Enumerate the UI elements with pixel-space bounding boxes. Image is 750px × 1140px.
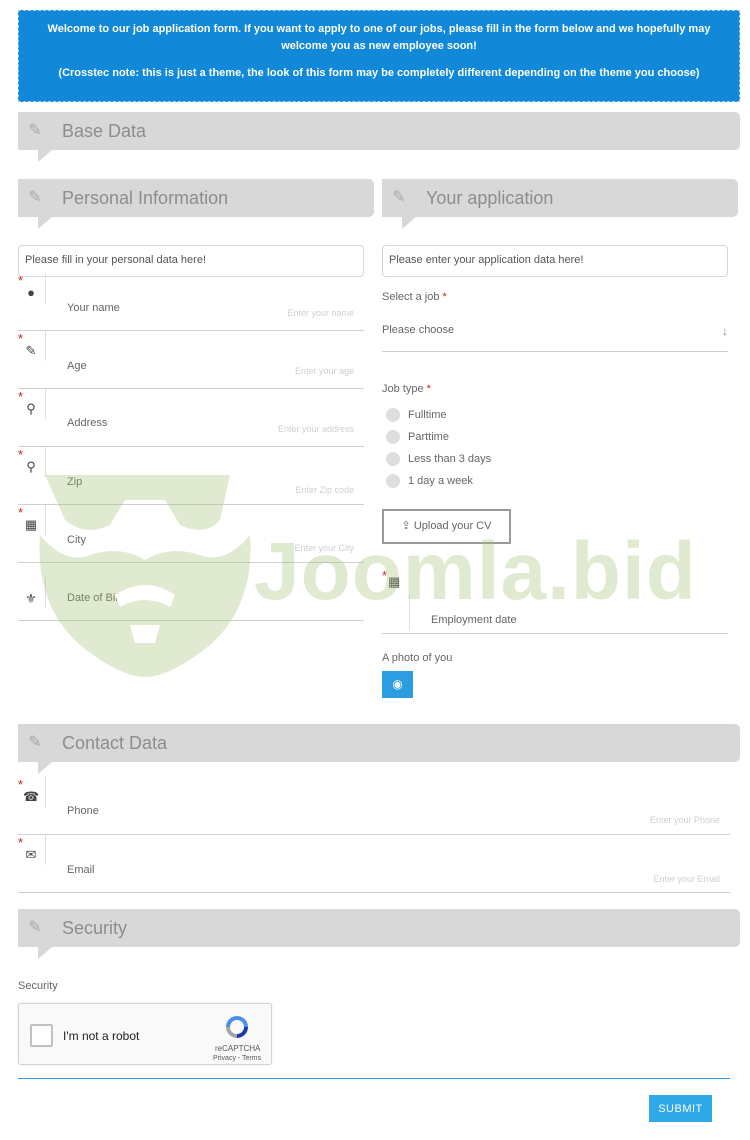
field-label: Address: [67, 417, 108, 429]
pencil-icon: ✎: [28, 122, 42, 139]
radio-circle[interactable]: [386, 408, 400, 422]
field-label: Your name: [67, 302, 120, 314]
field-label: Phone: [67, 805, 99, 817]
field-separator: [45, 577, 46, 607]
field-label: Employment date: [431, 614, 517, 626]
radio-label: Fulltime: [408, 409, 447, 421]
section-title: Your application: [426, 188, 554, 208]
recaptcha-brand: reCAPTCHA: [215, 1044, 261, 1053]
section-title: Security: [62, 918, 128, 938]
building-icon: ▦: [24, 517, 38, 532]
section-title: Contact Data: [62, 733, 168, 753]
select-job-label-text: Select a job: [382, 291, 440, 303]
chevron-down-icon: ↓: [722, 324, 728, 338]
section-header-contact-data: ✎ Contact Data: [18, 724, 740, 774]
field-separator: [45, 447, 46, 477]
required-marker: *: [426, 383, 431, 395]
intro-text: Welcome to our job application form. If …: [47, 23, 711, 52]
field-placeholder: Enter your age: [294, 366, 354, 376]
pencil-icon: ✎: [392, 189, 406, 206]
radio-circle[interactable]: [386, 474, 400, 488]
field-separator: [45, 273, 46, 303]
pencil-icon: ✎: [25, 343, 37, 358]
field-placeholder: Enter Zip code: [295, 485, 354, 495]
photo-label: A photo of you: [382, 652, 453, 664]
radio-label: Less than 3 days: [408, 453, 492, 465]
pencil-icon: ✎: [28, 919, 42, 936]
map-marker-icon: ⚲: [26, 401, 36, 416]
recaptcha-logo-icon: [226, 1016, 248, 1038]
submit-button[interactable]: SUBMIT: [649, 1095, 712, 1122]
application-data-note: Please enter your application data here!: [382, 245, 728, 277]
recaptcha-terms-link[interactable]: Privacy - Terms: [213, 1055, 261, 1062]
upload-cv-label: Upload your CV: [413, 520, 492, 532]
age-field[interactable]: * ✎ Age Enter your age: [18, 331, 364, 389]
intro-banner: Welcome to our job application form. If …: [18, 10, 740, 102]
field-placeholder: Enter your City: [294, 543, 354, 553]
field-separator: [45, 389, 46, 419]
section-title: Personal Information: [62, 188, 229, 208]
city-field[interactable]: * ▦ City Enter your City: [18, 505, 364, 563]
upload-circle-icon: ◉: [392, 677, 403, 691]
name-field[interactable]: * ● Your name Enter your name: [18, 273, 364, 331]
field-separator: [45, 777, 46, 807]
section-header-security: ✎ Security: [18, 909, 740, 959]
field-placeholder: Enter your name: [287, 308, 354, 318]
radio-circle[interactable]: [386, 452, 400, 466]
required-marker: *: [382, 568, 388, 583]
field-separator: [45, 505, 46, 535]
select-job-label: Select a job *: [382, 291, 447, 303]
field-label: Zip: [67, 476, 83, 488]
radio-label: 1 day a week: [408, 475, 473, 487]
section-header-base-data: ✎ Base Data: [18, 112, 740, 162]
section-title: Base Data: [62, 121, 147, 141]
field-label: Email: [67, 864, 95, 876]
section-header-your-application: ✎ Your application: [382, 179, 738, 229]
photo-upload-button[interactable]: ◉: [382, 671, 413, 698]
employment-date-field[interactable]: * ▦ Employment date: [382, 568, 728, 634]
upload-cv-button[interactable]: ⇪ Upload your CV: [382, 509, 511, 544]
birthday-cake-icon: ⚜: [25, 591, 37, 606]
phone-field[interactable]: * ☎ Phone Enter your Phone: [18, 777, 730, 835]
field-label: City: [67, 534, 86, 546]
required-marker: *: [442, 291, 447, 303]
field-separator: [45, 835, 46, 865]
recaptcha-widget: I'm not a robot reCAPTCHA Privacy - Term…: [18, 1003, 272, 1065]
job-select-value: Please choose: [382, 324, 455, 336]
map-marker-icon: ⚲: [26, 459, 36, 474]
radio-circle[interactable]: [386, 430, 400, 444]
field-separator: [45, 331, 46, 361]
field-placeholder: Enter your Email: [653, 874, 720, 884]
recaptcha-text: I'm not a robot: [63, 1029, 140, 1043]
envelope-icon: ✉: [25, 847, 37, 862]
job-select[interactable]: Please choose ↓: [382, 318, 728, 352]
security-label: Security: [18, 980, 58, 992]
radio-label: Parttime: [408, 431, 449, 443]
intro-note: (Crosstec note: this is just a theme, th…: [58, 67, 700, 79]
user-icon: ●: [27, 285, 35, 300]
address-field[interactable]: * ⚲ Address Enter your address: [18, 389, 364, 447]
field-label: Date of Birth: [67, 592, 129, 604]
upload-icon: ⇪: [401, 520, 411, 532]
job-type-label-text: Job type: [382, 383, 424, 395]
zip-field[interactable]: * ⚲ Zip Enter Zip code: [18, 447, 364, 505]
field-placeholder: Enter your Phone: [649, 815, 720, 825]
calendar-icon: ▦: [388, 574, 401, 589]
pencil-icon: ✎: [28, 734, 42, 751]
date-of-birth-field[interactable]: ⚜ Date of Birth: [18, 563, 364, 621]
field-label: Age: [67, 360, 87, 372]
recaptcha-checkbox[interactable]: [30, 1024, 53, 1047]
job-type-label: Job type *: [382, 383, 431, 395]
email-field[interactable]: * ✉ Email Enter your Email: [18, 835, 730, 893]
field-placeholder: Enter your address: [277, 424, 354, 434]
pencil-icon: ✎: [28, 189, 42, 206]
section-header-personal-information: ✎ Personal Information: [18, 179, 374, 229]
field-separator: [409, 594, 410, 630]
phone-icon: ☎: [23, 789, 40, 804]
form-divider: [18, 1078, 730, 1079]
